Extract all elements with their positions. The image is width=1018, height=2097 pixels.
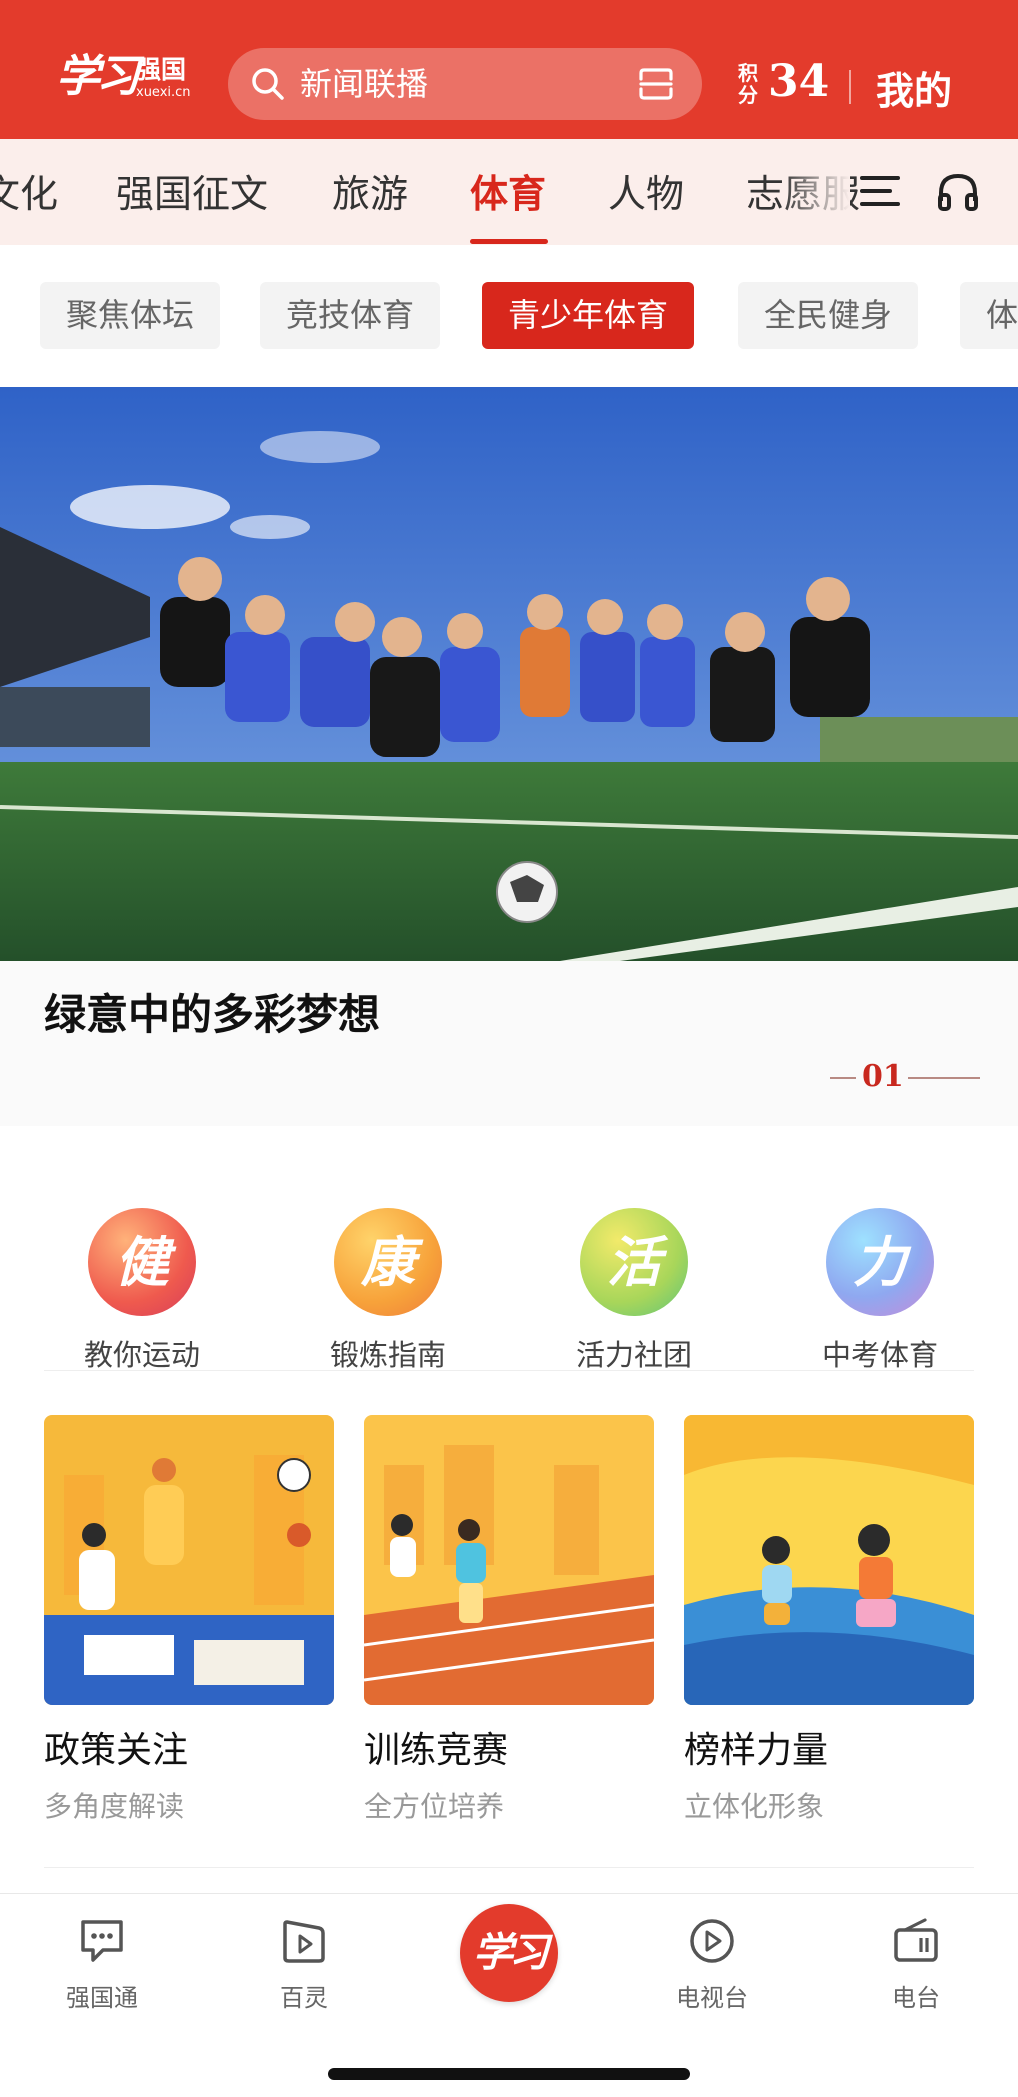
li-icon: 力 [826,1208,934,1316]
points-value[interactable]: 34 [768,56,829,107]
card-title: 训练竞赛 [364,1730,509,1771]
headphone-icon[interactable] [936,171,980,213]
indicator-number: 01 [862,1059,904,1094]
play-bookmark-icon [283,1920,325,1963]
feature-card[interactable]: 榜样力量 立体化形象 [684,1415,974,1845]
role-model-illustration [684,1415,974,1705]
card-subtitle: 全方位培养 [364,1790,505,1823]
nav-label: 电视台 [676,1984,748,2012]
quick-entries: 健 教你运动 康 锻炼指南 活 活力社团 力 中考体育 [0,1126,1018,1372]
hero-caption[interactable]: 绿意中的多彩梦想 01 [0,961,1018,1126]
nav-item-bailing[interactable]: 百灵 [234,1916,374,2016]
channel-tab[interactable]: 旅游 [332,163,408,218]
entry-char: 康 [361,1230,415,1294]
entry-item[interactable]: 活 活力社团 [534,1168,734,1372]
card-subtitle: 立体化形象 [684,1790,825,1823]
feature-card[interactable]: 训练竞赛 全方位培养 [364,1415,654,1845]
logo-domain-text: xuexi.cn [136,85,191,100]
hero-image[interactable] [0,387,1018,961]
home-indicator[interactable] [328,2068,690,2080]
kang-icon: 康 [334,1208,442,1316]
entry-item[interactable]: 康 锻炼指南 [288,1168,488,1372]
entry-char: 活 [607,1230,661,1294]
top-header: 学习 强国 xuexi.cn 新闻联播 积分 34 我的 [0,0,1018,139]
search-bar[interactable]: 新闻联播 [228,48,702,120]
logo-side-text: 强国 [136,55,187,84]
play-circle-icon [690,1919,734,1963]
center-logo-text: 学习 [473,1929,549,1976]
entry-label: 中考体育 [821,1338,938,1372]
feature-cards: 政策关注 多角度解读 训练竞赛 全方位培养 榜样力量 立体化形象 [0,1371,1018,1868]
menu-icon[interactable] [860,174,900,208]
channel-tab[interactable]: 文化 [0,163,58,218]
bottom-nav: 强国通 百灵 学习 电视台 电台 [0,1893,1018,2097]
nav-item-qiangguotong[interactable]: 强国通 [32,1916,172,2016]
scan-icon[interactable] [638,67,674,101]
entry-label: 锻炼指南 [329,1338,446,1372]
entry-item[interactable]: 健 教你运动 [42,1168,242,1372]
subtab-active[interactable]: 青少年体育 [482,282,695,349]
entry-label: 活力社团 [575,1338,692,1372]
card-title: 榜样力量 [684,1730,829,1771]
channel-tabs: 文化 强国征文 旅游 体育 人物 志愿服 [0,139,1018,245]
hero-title[interactable]: 绿意中的多彩梦想 [44,981,380,1042]
entry-char: 力 [853,1230,907,1294]
indicator-line-left [830,1077,856,1079]
nav-item-tv[interactable]: 电视台 [642,1916,782,2016]
tab-fade-overlay [780,139,850,245]
active-tab-underline [470,239,548,244]
huo-icon: 活 [580,1208,688,1316]
search-icon [252,68,284,100]
channel-tab[interactable]: 人物 [608,163,684,218]
points-label[interactable]: 积分 [738,62,764,106]
nav-label: 百灵 [280,1984,328,2012]
radio-icon [894,1918,938,1962]
hero-photo-illustration [0,387,1018,961]
channel-tab[interactable]: 强国征文 [116,163,268,218]
entry-item[interactable]: 力 中考体育 [780,1168,980,1372]
logo-main-text: 学习 [56,51,140,102]
xuexi-center-button[interactable]: 学习 [460,1904,558,2002]
hero-page-indicator: 01 [830,1057,980,1097]
nav-item-radio[interactable]: 电台 [846,1916,986,2016]
chat-icon [81,1920,123,1962]
nav-label: 电台 [892,1984,940,2012]
subtab[interactable]: 聚焦体坛 [40,282,221,349]
entry-char: 健 [115,1230,169,1294]
card-title: 政策关注 [44,1730,189,1771]
mine-button[interactable]: 我的 [876,60,952,115]
feature-card[interactable]: 政策关注 多角度解读 [44,1415,334,1845]
card-image [684,1415,974,1705]
sub-tabs: 聚焦体坛 竞技体育 青少年体育 全民健身 体育 [0,245,1018,371]
subtab[interactable]: 体育 [960,282,1018,349]
indicator-line-right [908,1077,980,1079]
nav-label: 强国通 [66,1984,138,2012]
training-illustration [364,1415,654,1705]
header-divider [849,70,851,104]
policy-illustration [44,1415,334,1705]
channel-tab-active[interactable]: 体育 [470,163,546,218]
card-subtitle: 多角度解读 [44,1790,185,1823]
entry-label: 教你运动 [83,1338,200,1372]
search-placeholder: 新闻联播 [300,65,429,103]
subtab[interactable]: 竞技体育 [260,282,441,349]
xuexi-logo[interactable]: 学习 强国 xuexi.cn [56,38,196,108]
subtab[interactable]: 全民健身 [738,282,919,349]
card-image [44,1415,334,1705]
jian-icon: 健 [88,1208,196,1316]
card-image [364,1415,654,1705]
divider [44,1867,974,1868]
